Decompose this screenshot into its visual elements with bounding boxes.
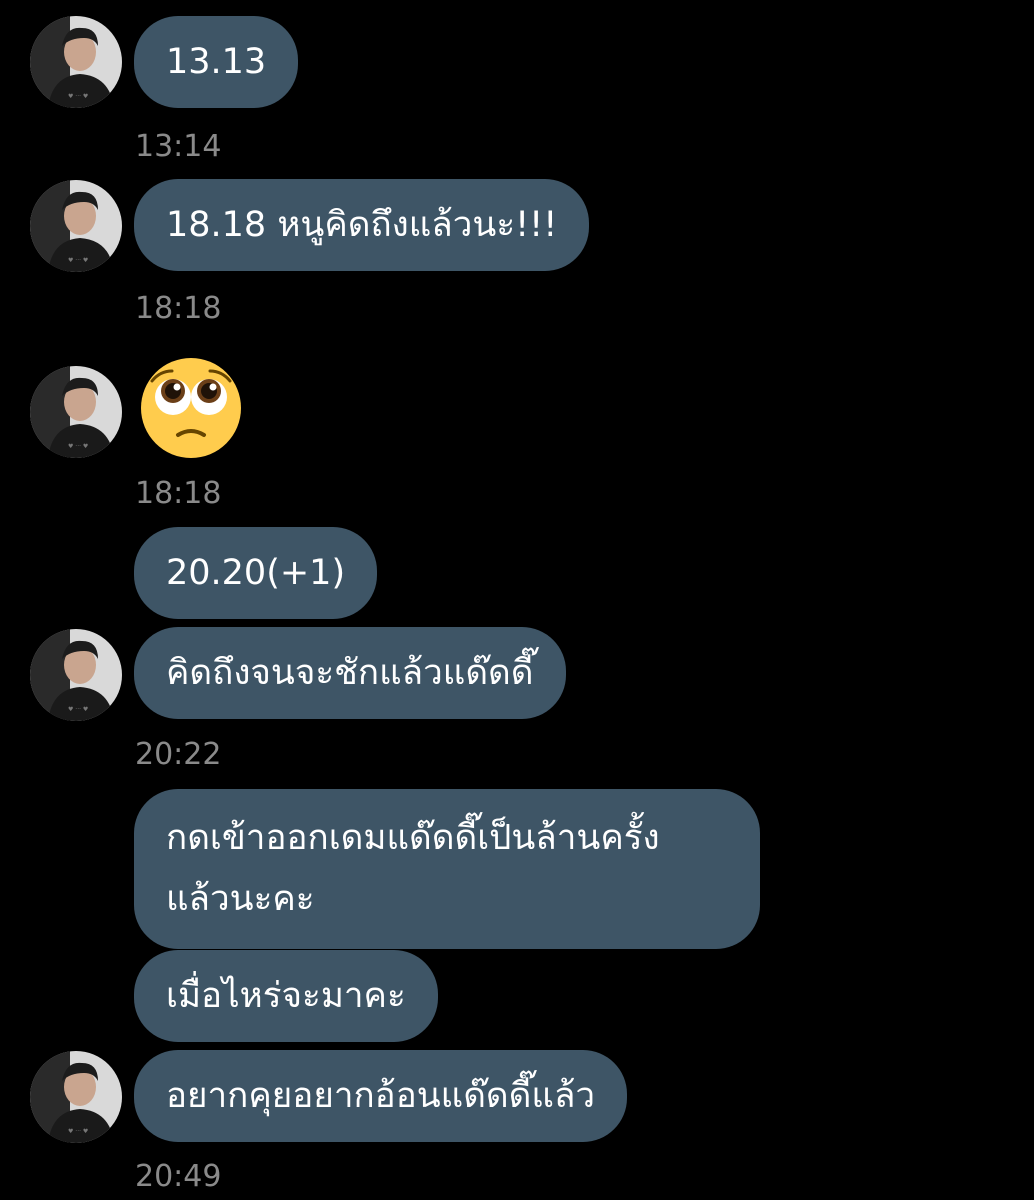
message-bubble[interactable]: กดเข้าออกเดมแด๊ดดี๊เป็นล้านครั้ง แล้วนะค…	[134, 789, 760, 949]
message-timestamp: 18:18	[135, 476, 222, 511]
message-text: คิดถึงจนจะชักแล้วแด๊ดดี๊	[166, 653, 534, 693]
message-text: 13.13	[166, 42, 267, 82]
svg-text:♥ ··· ♥: ♥ ··· ♥	[68, 1128, 88, 1135]
avatar[interactable]: ♥ ··· ♥	[30, 629, 122, 721]
message-text-line: กดเข้าออกเดมแด๊ดดี๊เป็นล้านครั้ง	[166, 818, 660, 858]
svg-text:♥ ··· ♥: ♥ ··· ♥	[68, 257, 88, 264]
pleading-face-emoji-icon[interactable]	[140, 357, 242, 459]
avatar[interactable]: ♥ ··· ♥	[30, 16, 122, 108]
svg-text:♥ ··· ♥: ♥ ··· ♥	[68, 443, 88, 450]
message-bubble[interactable]: 20.20(+1)	[134, 527, 378, 619]
message-text-line: แล้วนะคะ	[166, 879, 315, 919]
message-text: อยากคุยอยากอ้อนแด๊ดดี๊แล้ว	[166, 1076, 596, 1116]
message-timestamp: 18:18	[135, 291, 222, 326]
message-text: 20.20(+1)	[166, 553, 346, 593]
message-bubble[interactable]: คิดถึงจนจะชักแล้วแด๊ดดี๊	[134, 627, 566, 719]
message-bubble[interactable]: เมื่อไหร่จะมาคะ	[134, 950, 438, 1042]
svg-text:♥ ··· ♥: ♥ ··· ♥	[68, 93, 88, 100]
avatar[interactable]: ♥ ··· ♥	[30, 366, 122, 458]
avatar[interactable]: ♥ ··· ♥	[30, 180, 122, 272]
svg-text:♥ ··· ♥: ♥ ··· ♥	[68, 706, 88, 713]
message-timestamp: 20:49	[135, 1159, 222, 1194]
message-bubble[interactable]: 18.18 หนูคิดถึงแล้วนะ!!!	[134, 179, 590, 271]
message-text: 18.18 หนูคิดถึงแล้วนะ!!!	[166, 205, 558, 245]
avatar[interactable]: ♥ ··· ♥	[30, 1051, 122, 1143]
message-timestamp: 20:22	[135, 737, 222, 772]
message-bubble[interactable]: อยากคุยอยากอ้อนแด๊ดดี๊แล้ว	[134, 1050, 628, 1142]
message-timestamp: 13:14	[135, 129, 222, 164]
message-bubble[interactable]: 13.13	[134, 16, 299, 108]
message-text: เมื่อไหร่จะมาคะ	[166, 976, 406, 1016]
